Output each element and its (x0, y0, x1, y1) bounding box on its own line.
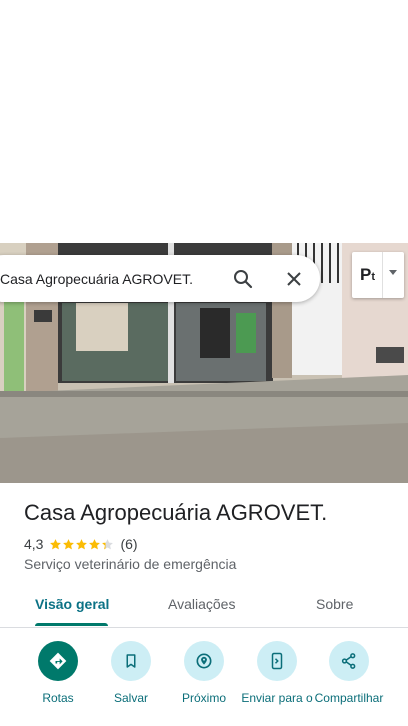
send-to-phone-label: Enviar para o (241, 691, 313, 705)
star-icon (76, 538, 88, 549)
directions-label: Rotas (42, 691, 74, 705)
search-icon[interactable] (231, 267, 255, 291)
nearby-label: Próximo (181, 691, 226, 705)
star-half-icon (102, 538, 114, 549)
map-blank-area (0, 0, 408, 243)
share-icon (329, 641, 369, 681)
star-icon (50, 538, 62, 549)
rating-value: 4,3 (24, 536, 44, 552)
photo-type-toggle[interactable]: Pt (352, 252, 404, 298)
nearby-button[interactable]: Próximo (167, 641, 241, 706)
star-icon (89, 538, 101, 549)
send-to-phone-button[interactable]: Enviar para o (240, 641, 314, 706)
tab-about[interactable]: Sobre (316, 596, 353, 612)
place-tabs: Visão geral Avaliações Sobre (0, 585, 408, 628)
photo-type-label: Pt (360, 265, 376, 284)
active-tab-indicator (35, 623, 108, 626)
close-icon[interactable] (282, 267, 306, 291)
toggle-divider (382, 252, 383, 298)
save-label: Salvar (113, 691, 148, 705)
save-button[interactable]: Salvar (94, 641, 168, 706)
star-icon (63, 538, 75, 549)
search-bar[interactable]: Casa Agropecuária AGROVET. (0, 255, 320, 302)
send-to-phone-icon (257, 641, 297, 681)
tab-overview[interactable]: Visão geral (35, 596, 109, 612)
directions-icon (38, 641, 78, 681)
place-title: Casa Agropecuária AGROVET. (24, 500, 328, 525)
share-label: Compartilhar (314, 691, 384, 705)
search-query[interactable]: Casa Agropecuária AGROVET. (0, 271, 220, 287)
nearby-icon (184, 641, 224, 681)
bookmark-icon (111, 641, 151, 681)
tab-reviews[interactable]: Avaliações (168, 596, 235, 612)
directions-button[interactable]: Rotas (21, 641, 95, 706)
star-rating (49, 538, 114, 551)
chevron-down-icon[interactable] (389, 270, 397, 275)
rating-row[interactable]: 4,3 (6) (24, 536, 138, 552)
review-count[interactable]: (6) (120, 536, 137, 552)
place-category: Serviço veterinário de emergência (24, 556, 237, 572)
share-button[interactable]: Compartilhar (312, 641, 386, 706)
action-bar: Rotas Salvar Próximo Enviar para o Compa… (0, 641, 408, 726)
